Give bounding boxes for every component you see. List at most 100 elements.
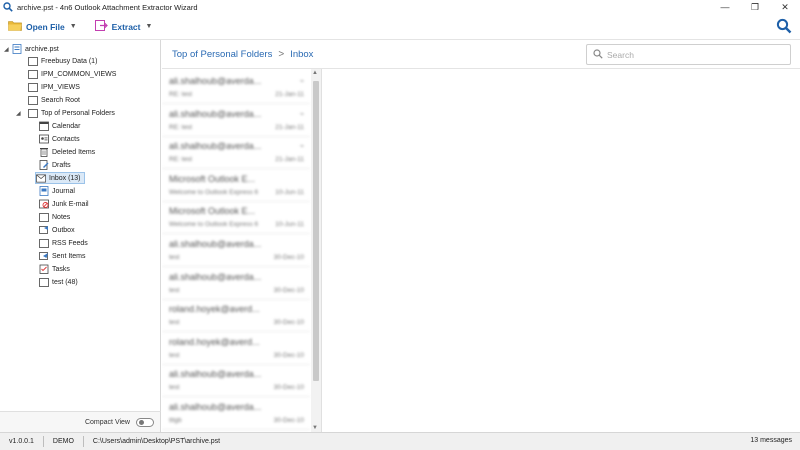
preview-pane [322, 69, 800, 432]
tree-item-label: RSS Feeds [52, 239, 88, 247]
message-row[interactable]: ali.shalhoub@averda... test 30-Dec-10 [162, 365, 310, 398]
tasks-icon [39, 264, 49, 274]
search-icon [593, 48, 603, 61]
message-row[interactable]: Microsoft Outlook E... Welcome to Outlook… [162, 170, 310, 202]
notes-icon [39, 212, 49, 222]
app-icon [3, 2, 13, 12]
message-sender: roland.hoyek@averd... [169, 336, 260, 347]
tree-item-label: archive.pst [25, 45, 59, 53]
extract-label: Extract [111, 21, 141, 32]
chevron-down-icon: ▼ [69, 23, 77, 30]
chevron-down-icon: ▼ [145, 23, 153, 30]
open-file-label: Open File [26, 21, 65, 32]
search-box[interactable] [586, 44, 791, 65]
maximize-button[interactable]: ❐ [740, 0, 770, 14]
window-title: archive.pst - 4n6 Outlook Attachment Ext… [17, 2, 198, 12]
breadcrumb: Top of Personal Folders > Inbox [162, 40, 800, 69]
tree-item-deleted-items[interactable]: Deleted Items [39, 146, 95, 158]
message-date: 10-Jun-11 [275, 221, 304, 229]
breadcrumb-current[interactable]: Inbox [290, 49, 313, 60]
close-button[interactable]: ✕ [770, 0, 800, 14]
message-subject: Welcome to Outlook Express 6 [169, 221, 259, 229]
tree-item-label: IPM_VIEWS [41, 83, 80, 91]
collapse-arrow-icon[interactable]: ◢ [16, 110, 24, 117]
message-row[interactable]: ali.shalhoub@averda... ⌁ RE: test 21-Jan-11 [162, 105, 310, 137]
tree-item-junk-e-mail[interactable]: Junk E-mail [39, 198, 89, 210]
tree-item-top-of-personal-folders[interactable]: Top of Personal Folders ◢ [16, 107, 115, 119]
message-row[interactable]: ali.shalhoub@averda... ⌁ RE: test 21-Jan-11 [162, 137, 310, 170]
tree-item-drafts[interactable]: Drafts [39, 159, 71, 171]
collapse-arrow-icon[interactable]: ◢ [4, 46, 12, 53]
tree-item-sent-items[interactable]: Sent Items [39, 250, 85, 262]
message-row[interactable]: roland.hoyek@averd... test 30-Dec-10 [162, 333, 310, 365]
compact-view-toggle[interactable] [136, 417, 154, 427]
attachment-icon: ⌁ [299, 110, 304, 118]
message-date: 30-Dec-10 [273, 384, 304, 392]
tree-item-rss-feeds[interactable]: RSS Feeds [39, 237, 88, 249]
tree-root[interactable]: ◢ archive.pst [4, 43, 59, 55]
message-list-scrollbar[interactable]: ▲ ▼ [311, 69, 321, 432]
message-subject: test [169, 254, 180, 261]
drafts-icon [39, 160, 49, 170]
sent-icon [39, 251, 49, 261]
folder-icon [28, 95, 38, 105]
message-date: 30-Dec-10 [273, 286, 304, 294]
message-subject: RE: test [169, 156, 193, 164]
message-row[interactable]: ali.shalhoub@averda... test 30-Dec-10 [162, 235, 310, 267]
toolbar: Open File ▼ Extract ▼ [0, 14, 800, 40]
breadcrumb-root[interactable]: Top of Personal Folders [172, 49, 272, 60]
tree-item-label: Sent Items [52, 252, 86, 260]
message-subject: test [169, 351, 180, 359]
message-sender: ali.shalhoub@averda... [169, 76, 262, 86]
message-row[interactable]: roland.hoyek@averd... test 30-Dec-10 [162, 300, 310, 333]
tree-item-calendar[interactable]: Calendar [39, 120, 80, 132]
tree-item-journal[interactable]: Journal [39, 185, 75, 197]
message-date: 21-Jan-11 [275, 91, 304, 98]
message-subject: test [169, 384, 180, 392]
tree-item-test-48[interactable]: test (48) [39, 276, 78, 288]
tree-item-notes[interactable]: Notes [39, 211, 70, 223]
message-sender: ali.shalhoub@averda... [169, 108, 262, 119]
folder-icon [39, 277, 49, 287]
search-icon[interactable] [776, 18, 792, 34]
tree-item-ipm-common-views[interactable]: IPM_COMMON_VIEWS [28, 68, 116, 80]
message-date: 30-Dec-10 [273, 417, 304, 424]
tree-item-label: Junk E-mail [52, 200, 89, 208]
search-input[interactable] [607, 49, 777, 60]
tree-item-tasks[interactable]: Tasks [39, 263, 70, 275]
message-sender: Microsoft Outlook E... [169, 206, 256, 217]
message-sender: ali.shalhoub@averda... [169, 141, 262, 152]
tree-item-contacts[interactable]: Contacts [39, 133, 80, 145]
message-date: 21-Jan-11 [275, 156, 304, 164]
tree-item-inbox-13[interactable]: Inbox (13) [35, 172, 85, 184]
scrollbar-thumb[interactable] [313, 81, 319, 381]
extract-button[interactable]: Extract ▼ [94, 17, 153, 37]
tree-item-label: Calendar [52, 122, 81, 130]
message-row[interactable]: ali.shalhoub@averda... test 30-Dec-10 [162, 268, 310, 300]
message-count-label: 13 messages [750, 437, 792, 444]
message-list[interactable]: ali.shalhoub@averda... ⌁ RE: test 21-Jan-11… [162, 69, 322, 432]
message-row[interactable]: ali.shalhoub@averda... tttgb 30-Dec-10 [162, 398, 310, 430]
message-row[interactable]: ali.shalhoub@averda... ⌁ RE: test 21-Jan-11 [162, 72, 310, 104]
contacts-icon [39, 134, 49, 144]
tree-item-outbox[interactable]: Outbox [39, 224, 75, 236]
tree-item-label: Search Root [41, 96, 80, 104]
message-row[interactable]: Microsoft Outlook E... Welcome to Outlook… [162, 202, 310, 235]
minimize-button[interactable]: — [710, 0, 740, 14]
message-date: 30-Dec-10 [273, 254, 304, 261]
title-bar: archive.pst - 4n6 Outlook Attachment Ext… [0, 0, 800, 14]
tree-item-label: Deleted Items [52, 148, 96, 156]
folder-icon [28, 108, 38, 118]
scroll-down-icon[interactable]: ▼ [312, 425, 318, 431]
tree-item-label: Drafts [52, 161, 71, 169]
tree-item-freebusy-data-1[interactable]: Freebusy Data (1) [28, 55, 97, 67]
scroll-up-icon[interactable]: ▲ [312, 70, 318, 76]
compact-view-label: Compact View [84, 418, 130, 426]
open-file-button[interactable]: Open File ▼ [8, 17, 77, 37]
inbox-icon [36, 173, 46, 183]
journal-icon [39, 186, 49, 196]
pst-file-icon [12, 44, 22, 54]
message-sender: ali.shalhoub@averda... [169, 271, 262, 282]
tree-item-search-root[interactable]: Search Root [28, 94, 80, 106]
tree-item-ipm-views[interactable]: IPM_VIEWS [28, 81, 80, 93]
